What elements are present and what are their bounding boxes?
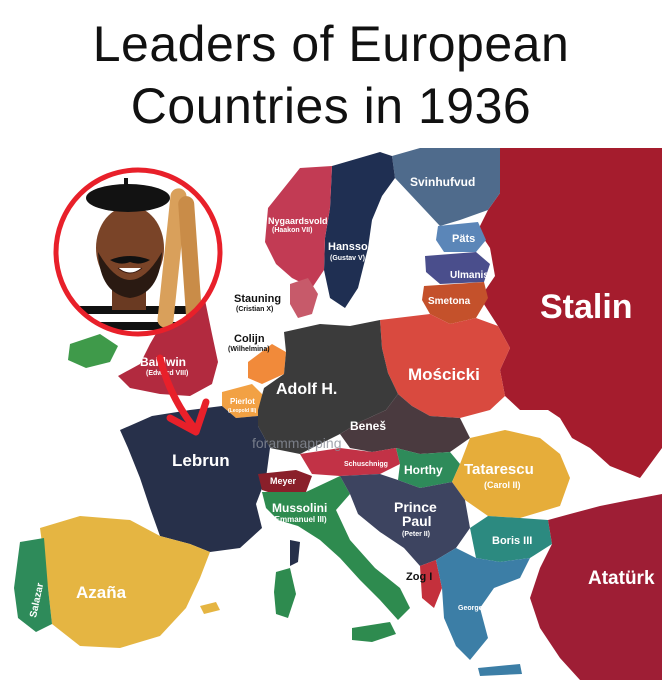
- label-svinhufvud: Svinhufvud: [410, 175, 475, 189]
- title-line-1: Leaders of European: [92, 16, 570, 72]
- europe-map: forammapping Stalin Svinhufvud Päts Ulma…: [0, 148, 662, 680]
- label-azana: Azaña: [76, 583, 127, 602]
- label-pats: Päts: [452, 233, 475, 245]
- label-stauning-sub: (Cristian X): [236, 306, 273, 313]
- label-schuschnigg: Schuschnigg: [344, 461, 388, 468]
- label-nygaardsvold-sub: (Haakon VII): [272, 227, 312, 234]
- label-hitler: Adolf H.: [276, 381, 337, 398]
- label-colijn: Colijn: [234, 333, 265, 345]
- label-pierlot: Pierlot: [230, 397, 255, 406]
- watermark: forammapping: [252, 435, 342, 451]
- label-hansson: Hansson: [328, 241, 375, 253]
- label-hansson-sub: (Gustav V): [330, 255, 365, 262]
- label-pierlot-sub: (Leopold III): [228, 408, 257, 414]
- label-meyer: Meyer: [270, 476, 297, 486]
- label-mussolini: Mussolini: [272, 501, 327, 515]
- label-colijn-sub: (Wilhelmina): [228, 346, 270, 353]
- label-benes: Beneš: [350, 419, 386, 433]
- label-nygaardsvold: Nygaardsvold: [268, 216, 328, 226]
- title-line-2: Countries in 1936: [130, 78, 532, 134]
- label-prince-paul-sub: (Peter II): [402, 531, 430, 538]
- label-stalin: Stalin: [540, 288, 633, 326]
- label-ataturk: Atatürk: [588, 568, 655, 589]
- label-boris: Boris III: [492, 535, 532, 547]
- label-george: George II: [458, 605, 488, 612]
- label-horthy: Horthy: [404, 463, 443, 477]
- label-stauning: Stauning: [234, 293, 281, 305]
- label-lebrun: Lebrun: [172, 451, 230, 470]
- label-moscicki: Mościcki: [408, 365, 480, 384]
- label-zog: Zog I: [406, 571, 432, 583]
- label-prince-paul-2: Paul: [402, 513, 432, 529]
- label-ulmanis: Ulmanis: [450, 270, 489, 281]
- label-tatarescu-sub: (Carol II): [484, 480, 521, 490]
- title-block: Leaders of European Countries in 1936: [0, 0, 662, 148]
- label-mussolini-sub: (Emmanuel III): [272, 515, 327, 524]
- label-tatarescu: Tatarescu: [464, 461, 534, 478]
- label-smetona: Smetona: [428, 296, 471, 307]
